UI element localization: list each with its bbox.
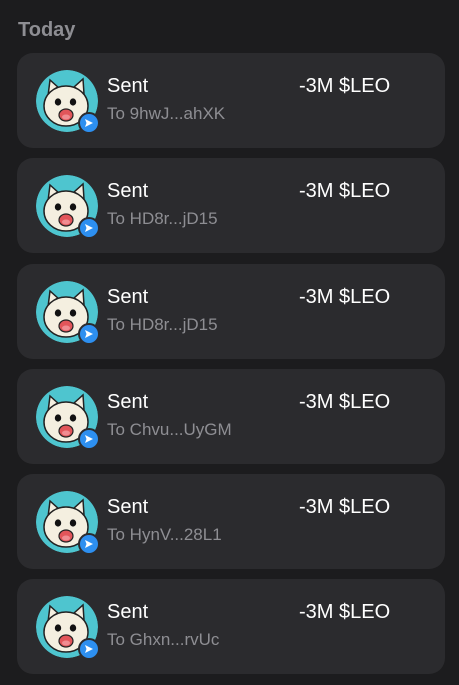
send-arrow-icon [78, 533, 100, 556]
transaction-title: Sent [107, 496, 149, 519]
transaction-title: Sent [107, 285, 149, 308]
send-arrow-icon [78, 112, 100, 134]
send-arrow-icon [78, 322, 100, 345]
transaction-item[interactable]: Sent To Ghxn...rvUc -3M $LEO [17, 579, 445, 675]
transaction-recipient: To Chvu...UyGM [107, 419, 232, 439]
token-avatar [36, 175, 100, 240]
send-arrow-icon [78, 638, 100, 661]
token-avatar [36, 70, 100, 134]
transaction-amount: -3M $LEO [299, 75, 391, 97]
send-arrow-icon [78, 427, 100, 450]
transaction-title: Sent [107, 601, 149, 624]
transaction-recipient: To HD8r...jD15 [107, 314, 218, 334]
transaction-item[interactable]: Sent To 9hwJ...ahXK -3M $LEO [17, 53, 445, 148]
transaction-recipient: To HynV...28L1 [107, 525, 222, 545]
transaction-list: Sent To 9hwJ...ahXK -3M $LEO Sent To HD8… [17, 53, 445, 685]
section-title-today: Today [18, 19, 76, 41]
send-arrow-icon [78, 217, 100, 240]
transaction-item[interactable]: Sent To HD8r...jD15 -3M $LEO [17, 158, 445, 254]
transaction-title: Sent [107, 390, 149, 413]
transaction-recipient: To Ghxn...rvUc [107, 630, 220, 650]
transaction-item[interactable]: Sent To Chvu...UyGM -3M $LEO [17, 368, 445, 464]
transaction-amount: -3M $LEO [299, 180, 391, 203]
transaction-item[interactable]: Sent To HynV...28L1 -3M $LEO [17, 474, 445, 570]
token-avatar [36, 596, 100, 661]
transaction-recipient: To HD8r...jD15 [107, 209, 218, 229]
transaction-amount: -3M $LEO [299, 390, 391, 413]
transaction-recipient: To 9hwJ...ahXK [107, 104, 226, 123]
transaction-amount: -3M $LEO [299, 285, 391, 308]
transaction-title: Sent [107, 75, 149, 97]
transaction-amount: -3M $LEO [299, 601, 391, 624]
token-avatar [36, 280, 100, 345]
token-avatar [36, 385, 100, 450]
transaction-item[interactable]: Sent To HD8r...jD15 -3M $LEO [17, 263, 445, 359]
token-avatar [36, 491, 100, 556]
transaction-title: Sent [107, 180, 149, 203]
transaction-amount: -3M $LEO [299, 496, 391, 519]
